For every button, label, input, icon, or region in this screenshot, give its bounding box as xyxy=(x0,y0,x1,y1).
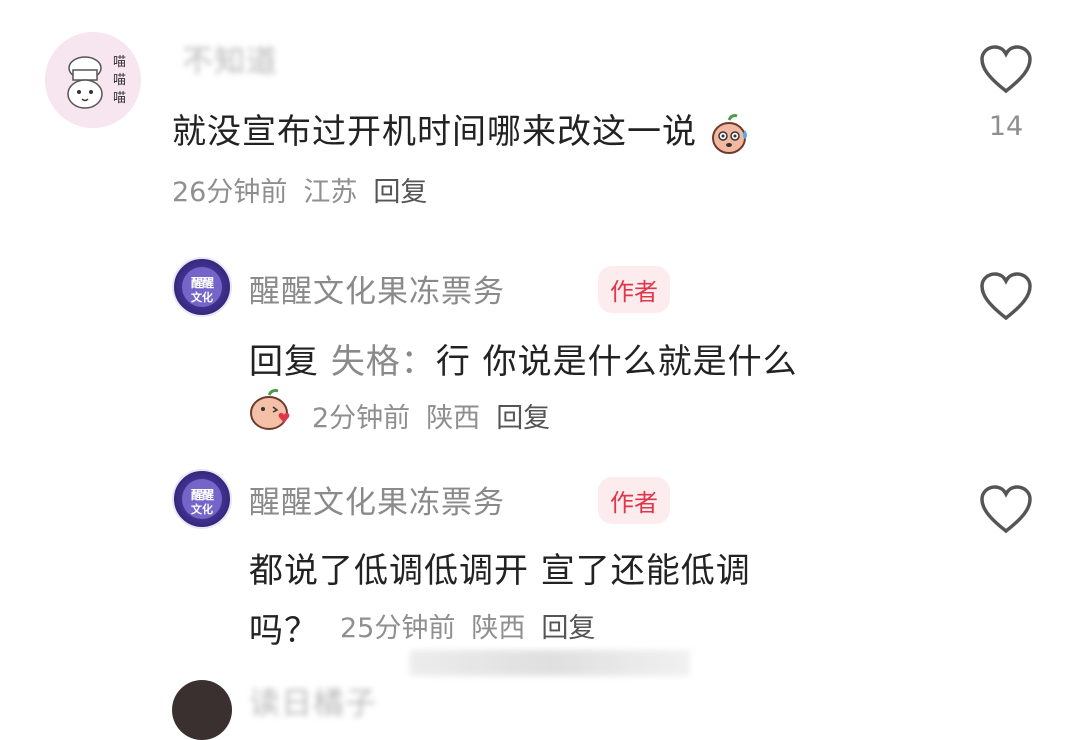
reply-button[interactable]: 回复 xyxy=(373,177,427,208)
timestamp: 26分钟前 xyxy=(172,177,288,208)
like-heart-icon[interactable] xyxy=(978,44,1034,96)
avatar[interactable]: 醒醒 文化 xyxy=(172,469,232,529)
location: 陕西 xyxy=(471,613,526,644)
mention[interactable]: 失格： xyxy=(331,342,436,382)
kiss-emoji-icon xyxy=(250,389,290,430)
reply-button[interactable]: 回复 xyxy=(541,613,595,644)
author-badge: 作者 xyxy=(598,477,670,524)
avatar-logo-text: 文化 xyxy=(191,291,213,304)
avatar-logo-text: 文化 xyxy=(191,503,213,516)
sweat-emoji-icon xyxy=(711,113,747,154)
comment-text-continued: 吗？ xyxy=(249,611,319,651)
author-badge: 作者 xyxy=(598,266,670,313)
comment-body: 就没宣布过开机时间哪来改这一说 xyxy=(172,112,697,152)
username[interactable]: 读日橘子 xyxy=(249,678,377,723)
avatar[interactable]: 喵喵喵 xyxy=(45,32,141,128)
comment-meta: 2分钟前 陕西 回复 xyxy=(312,396,566,435)
username[interactable]: 醒醒文化果冻票务 xyxy=(249,477,505,522)
like-heart-icon[interactable] xyxy=(978,271,1034,323)
comment-text: 回复 失格：行 你说是什么就是什么 xyxy=(249,334,798,383)
like-heart-icon[interactable] xyxy=(978,484,1034,536)
avatar[interactable] xyxy=(172,680,232,740)
timestamp: 25分钟前 xyxy=(340,613,456,644)
username[interactable]: 醒醒文化果冻票务 xyxy=(249,266,505,311)
comment-body: 行 你说是什么就是什么 xyxy=(435,342,798,382)
timestamp: 2分钟前 xyxy=(312,403,411,434)
watermark xyxy=(410,650,690,676)
location: 江苏 xyxy=(303,177,358,208)
reply-prefix: 回复 xyxy=(249,342,319,382)
avatar-caption: 喵喵喵 xyxy=(113,55,127,106)
comment-meta: 25分钟前 陕西 回复 xyxy=(340,606,611,645)
comment-text: 都说了低调低调开 宣了还能低调 xyxy=(249,551,751,591)
comment-text: 就没宣布过开机时间哪来改这一说 xyxy=(172,104,753,156)
reply-button[interactable]: 回复 xyxy=(496,403,550,434)
username[interactable]: 不知道 xyxy=(182,36,278,81)
avatar[interactable]: 醒醒 文化 xyxy=(172,257,232,317)
like-count: 14 xyxy=(988,111,1024,142)
comment-meta: 26分钟前 江苏 回复 xyxy=(172,170,443,209)
location: 陕西 xyxy=(426,403,481,434)
